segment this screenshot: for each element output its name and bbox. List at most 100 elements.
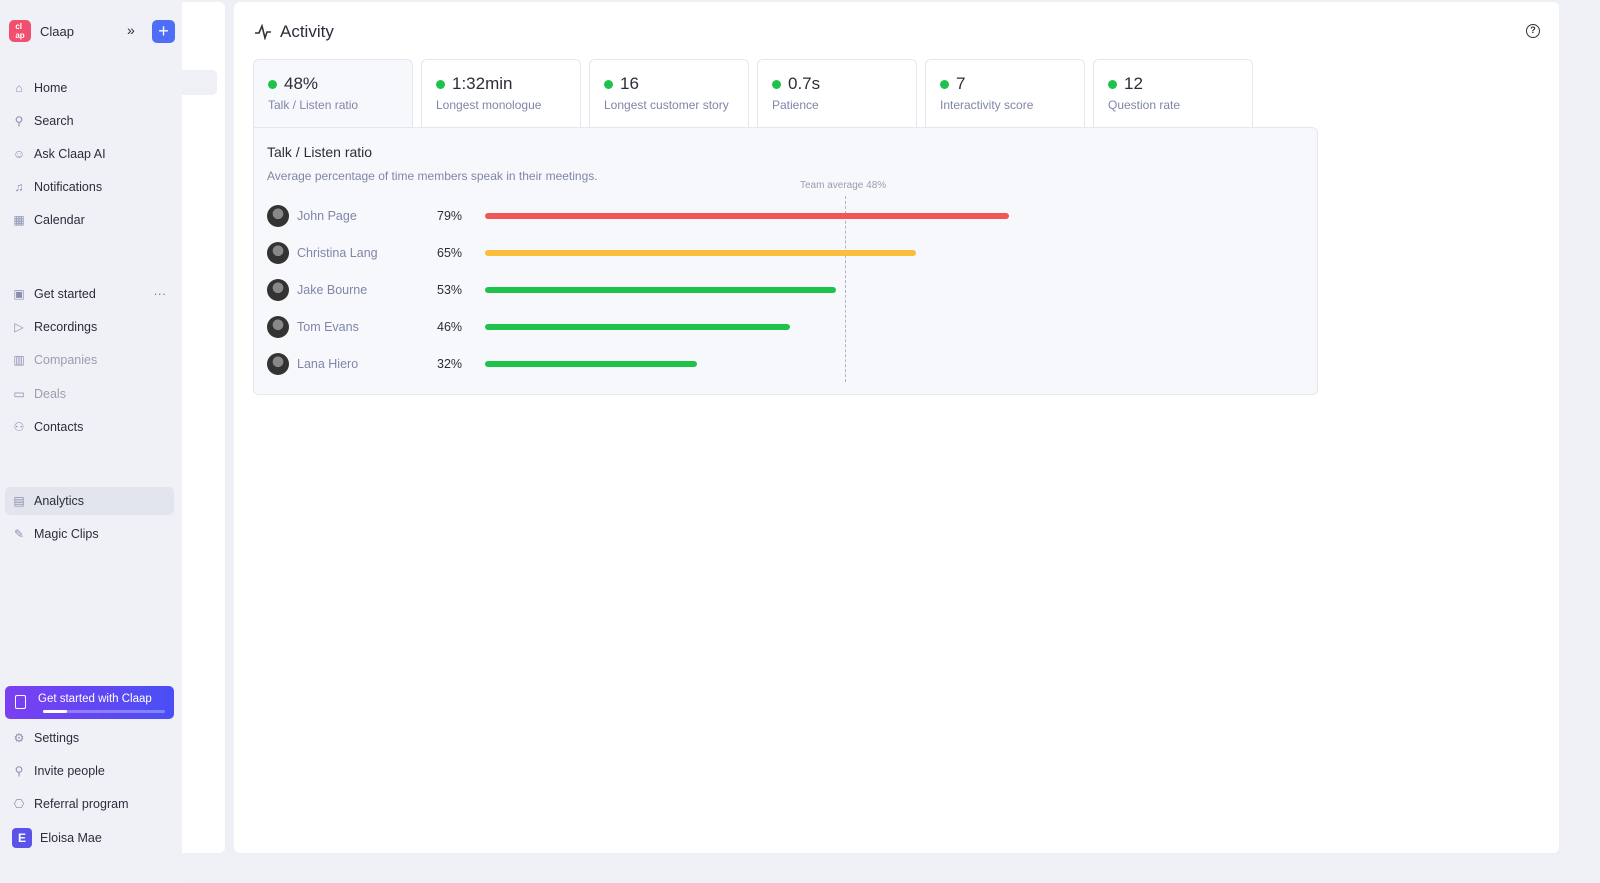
sidebar-item-label: Search bbox=[34, 114, 74, 128]
chart-row: Christina Lang 65% bbox=[267, 241, 1307, 265]
metric-tab-talk-listen-ratio[interactable]: 48% Talk / Listen ratio bbox=[253, 59, 413, 127]
sidebar-item-notifications[interactable]: ♫ Notifications bbox=[5, 173, 174, 201]
metric-tab-interactivity-score[interactable]: 7 Interactivity score bbox=[925, 59, 1085, 127]
smile-icon: ☺ bbox=[12, 147, 26, 161]
secondary-panel bbox=[182, 2, 225, 853]
sidebar-item-magic-clips[interactable]: ✎ Magic Clips bbox=[5, 520, 174, 548]
member-avatar bbox=[267, 205, 289, 227]
sidebar-item-label: Settings bbox=[34, 731, 80, 745]
member-name: Tom Evans bbox=[297, 320, 359, 334]
bar bbox=[485, 250, 916, 256]
value-label: 32% bbox=[437, 357, 463, 371]
metric-label: Longest customer story bbox=[604, 98, 729, 112]
main-content: Activity ? 48% Talk / Listen ratio 1:32min… bbox=[234, 2, 1559, 853]
get-started-with-claap-button[interactable]: Get started with Claap bbox=[5, 686, 174, 719]
member-avatar bbox=[267, 316, 289, 338]
value-label: 65% bbox=[437, 246, 463, 260]
sidebar-item-ask-claap-ai[interactable]: ☺ Ask Claap AI bbox=[5, 140, 174, 168]
expand-icon[interactable]: » bbox=[127, 22, 135, 38]
pen-icon: ✎ bbox=[13, 527, 25, 541]
sidebar-item-label: Analytics bbox=[34, 494, 85, 508]
sidebar-item-label: Invite people bbox=[34, 764, 105, 778]
status-dot bbox=[940, 79, 949, 89]
sidebar-item-get-started[interactable]: ▣ Get started ··· bbox=[5, 280, 174, 308]
chart-row: Tom Evans 46% bbox=[267, 315, 1307, 339]
metric-tab-patience[interactable]: 0.7s Patience bbox=[757, 59, 917, 127]
member-avatar bbox=[267, 279, 289, 301]
metric-tab-longest-monologue[interactable]: 1:32min Longest monologue bbox=[421, 59, 581, 127]
sidebar: cl ap Claap » + ⌂ Home ⚲ Search ☺ Ask Claap AI… bbox=[0, 0, 182, 883]
metric-value: 16 bbox=[620, 74, 639, 93]
sidebar-item-search[interactable]: ⚲ Search bbox=[5, 107, 174, 135]
sidebar-item-label: Contacts bbox=[34, 420, 84, 434]
selected-item[interactable] bbox=[182, 70, 217, 95]
workspace-switcher[interactable]: cl ap Claap bbox=[9, 20, 74, 42]
sidebar-item-label: Notifications bbox=[34, 180, 103, 194]
metric-label: Patience bbox=[772, 98, 819, 112]
status-dot bbox=[604, 79, 613, 89]
gift-icon: ⎔ bbox=[13, 797, 25, 811]
metric-value: 7 bbox=[956, 74, 966, 93]
page-title: Activity bbox=[254, 22, 334, 42]
gear-icon: ⚙ bbox=[13, 731, 25, 745]
sidebar-item-companies[interactable]: ▥ Companies bbox=[5, 346, 174, 374]
activity-icon bbox=[255, 24, 271, 40]
status-dot bbox=[268, 79, 277, 89]
metric-tab-question-rate[interactable]: 12 Question rate bbox=[1093, 59, 1253, 127]
workspace-name: Claap bbox=[40, 23, 74, 39]
chart-title: Talk / Listen ratio bbox=[267, 144, 373, 160]
more-icon[interactable]: ··· bbox=[154, 287, 167, 301]
building-icon: ▥ bbox=[13, 353, 25, 367]
value-label: 53% bbox=[437, 283, 463, 297]
metric-value: 1:32min bbox=[452, 74, 513, 93]
claap-logo: cl ap bbox=[9, 20, 31, 42]
bell-icon: ♫ bbox=[14, 180, 24, 194]
metric-label: Question rate bbox=[1108, 98, 1181, 112]
sidebar-item-settings[interactable]: ⚙ Settings bbox=[5, 724, 174, 752]
new-button[interactable]: + bbox=[152, 20, 175, 43]
status-dot bbox=[436, 79, 445, 89]
sidebar-item-label: Deals bbox=[34, 387, 66, 401]
get-started-label: Get started with Claap bbox=[38, 693, 152, 705]
user-menu[interactable]: E Eloisa Mae bbox=[5, 824, 174, 852]
sidebar-item-label: Calendar bbox=[34, 213, 85, 227]
sidebar-item-contacts[interactable]: ⚇ Contacts bbox=[5, 413, 174, 441]
chart-row: Lana Hiero 32% bbox=[267, 352, 1307, 376]
chart-row: John Page 79% bbox=[267, 204, 1307, 228]
play-icon: ▷ bbox=[14, 320, 24, 334]
bar bbox=[485, 324, 790, 330]
search-icon: ⚲ bbox=[14, 114, 24, 128]
user-name: Eloisa Mae bbox=[40, 831, 102, 845]
metric-value: 12 bbox=[1124, 74, 1143, 93]
status-dot bbox=[1108, 79, 1117, 89]
sidebar-item-referral-program[interactable]: ⎔ Referral program bbox=[5, 790, 174, 818]
member-name: Jake Bourne bbox=[297, 283, 368, 297]
user-avatar: E bbox=[12, 828, 32, 848]
sidebar-item-label: Get started bbox=[34, 287, 96, 301]
sidebar-item-home[interactable]: ⌂ Home bbox=[5, 74, 174, 102]
sidebar-item-invite-people[interactable]: ⚲ Invite people bbox=[5, 757, 174, 785]
metric-value: 0.7s bbox=[788, 74, 821, 93]
chart-subtitle: Average percentage of time members speak… bbox=[267, 169, 598, 183]
home-icon: ⌂ bbox=[15, 81, 23, 95]
chart-row: Jake Bourne 53% bbox=[267, 278, 1307, 302]
sidebar-item-calendar[interactable]: ▦ Calendar bbox=[5, 206, 174, 234]
sidebar-item-deals[interactable]: ▭ Deals bbox=[5, 380, 174, 408]
chart-icon: ▤ bbox=[13, 494, 25, 508]
talk-listen-chart: Talk / Listen ratio Average percentage o… bbox=[253, 127, 1318, 395]
team-average-label: Team average 48% bbox=[800, 180, 887, 191]
users-icon: ⚇ bbox=[13, 420, 25, 434]
sidebar-item-label: Referral program bbox=[34, 797, 129, 811]
bar bbox=[485, 287, 837, 293]
new-icon: ▣ bbox=[13, 287, 25, 301]
sidebar-item-recordings[interactable]: ▷ Recordings bbox=[5, 313, 174, 341]
help-icon[interactable]: ? bbox=[1526, 24, 1540, 38]
user-plus-icon: ⚲ bbox=[14, 764, 24, 778]
bar bbox=[485, 361, 698, 367]
bar bbox=[485, 213, 1009, 219]
value-label: 79% bbox=[437, 209, 463, 223]
metric-tab-longest-customer-story[interactable]: 16 Longest customer story bbox=[589, 59, 749, 127]
calendar-icon: ▦ bbox=[13, 213, 25, 227]
sidebar-item-analytics[interactable]: ▤ Analytics bbox=[5, 487, 174, 515]
sidebar-item-label: Recordings bbox=[34, 320, 98, 334]
